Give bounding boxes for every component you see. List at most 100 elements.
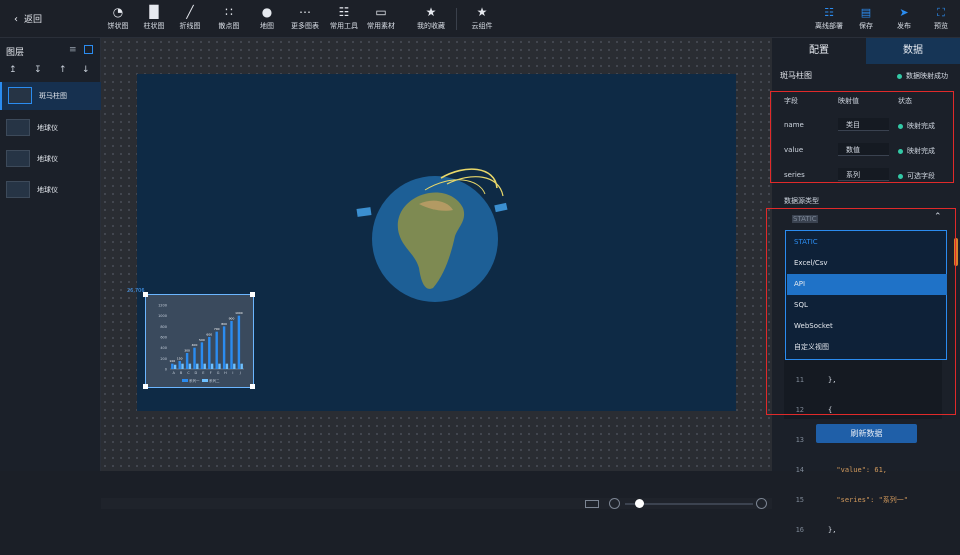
bar-series-1 — [230, 321, 233, 369]
y-tick-label: 200 — [160, 357, 167, 361]
y-tick-label: 1000 — [158, 314, 167, 318]
zebra-bar-chart-component[interactable]: 0 200 400 600 800 1000 1200 100 A 150 B 300 C 400 D 500… — [143, 292, 255, 389]
legend-swatch — [182, 379, 188, 382]
action-label: 离线部署 — [815, 22, 843, 30]
bar-series-1 — [237, 315, 241, 369]
tool-line-chart[interactable]: ╱ 折线图 — [173, 4, 207, 31]
bar-series-1 — [185, 353, 189, 369]
tool-pie-chart[interactable]: ◔ 饼状图 — [101, 4, 135, 31]
layer-label: 地球仪 — [37, 186, 58, 194]
x-tick-label: H — [224, 371, 227, 375]
code-line: }, — [828, 526, 837, 534]
move-to-top-icon[interactable]: ↥ — [9, 65, 17, 75]
data-label: 1000 — [235, 311, 243, 315]
dashboard-screen[interactable]: 26,706 0 200 400 600 800 1000 1200 100 A 150 B 300 C… — [127, 74, 736, 411]
data-label: 150 — [177, 357, 183, 361]
resize-handle[interactable] — [250, 292, 255, 297]
line-number: 15 — [795, 496, 804, 504]
bar-series-2 — [210, 363, 214, 369]
tool-scatter-chart[interactable]: ∷ 散点图 — [212, 4, 246, 31]
bar-series-1 — [200, 342, 204, 369]
globe-ring-segment — [494, 202, 508, 213]
offline-deploy-button[interactable]: ☷ 离线部署 — [812, 4, 846, 31]
tool-common-assets[interactable]: ▭ 常用素材 — [362, 4, 400, 31]
resize-handle[interactable] — [143, 292, 148, 297]
save-button[interactable]: ▤ 保存 — [853, 4, 879, 31]
globe-ring-segment — [356, 207, 372, 217]
tool-more-charts[interactable]: ⋯ 更多图表 — [286, 4, 324, 31]
action-label: 预览 — [934, 22, 948, 30]
component-name: 斑马柱图 — [780, 71, 812, 80]
y-tick-label: 400 — [160, 346, 167, 350]
layer-item-globe[interactable]: 地球仪 — [0, 114, 101, 142]
star-icon: ★ — [476, 5, 488, 19]
grid-view-icon[interactable] — [84, 45, 93, 54]
back-button[interactable]: ‹ 返回 — [14, 12, 42, 25]
y-tick-label: 600 — [160, 336, 167, 340]
layer-label: 地球仪 — [37, 155, 58, 163]
bar-series-2 — [203, 363, 206, 369]
bar-series-2 — [240, 363, 243, 369]
back-label: 返回 — [24, 15, 43, 25]
layer-item-globe[interactable]: 地球仪 — [0, 145, 101, 173]
tool-label: 地图 — [260, 22, 274, 30]
x-tick-label: D — [195, 371, 198, 375]
line-chart-icon: ╱ — [186, 5, 194, 19]
tool-favorites[interactable]: ★ 我的收藏 — [412, 4, 450, 31]
data-label: 400 — [192, 343, 198, 347]
bar-chart-thumbnail — [8, 87, 32, 104]
line-number: 14 — [795, 466, 804, 474]
x-tick-label: F — [210, 371, 212, 375]
globe-thumbnail — [6, 119, 30, 136]
zoom-slider[interactable] — [625, 503, 753, 505]
data-label: 500 — [199, 338, 205, 342]
zoom-in-icon[interactable] — [756, 498, 767, 509]
y-tick-label: 1200 — [158, 304, 167, 308]
fit-screen-icon[interactable] — [585, 500, 599, 508]
x-tick-label: A — [172, 371, 175, 375]
x-tick-label: E — [202, 371, 204, 375]
tool-cloud-components[interactable]: ★ 云组件 — [464, 4, 500, 31]
bar-series-2 — [196, 363, 199, 369]
move-to-bottom-icon[interactable]: ↧ — [34, 65, 42, 75]
move-up-icon[interactable]: ↑ — [59, 65, 67, 75]
zoom-slider-thumb[interactable] — [635, 499, 644, 508]
more-dots-icon: ⋯ — [299, 5, 311, 19]
tool-label: 散点图 — [218, 22, 240, 30]
bar-series-2 — [181, 363, 184, 369]
layer-item-globe[interactable]: 地球仪 — [0, 176, 101, 204]
legend-label: 系列一 — [189, 378, 200, 383]
legend-label: 系列二 — [209, 378, 220, 383]
data-label: 700 — [214, 327, 220, 331]
tool-common-tools[interactable]: ☷ 常用工具 — [325, 4, 363, 31]
status-dot — [897, 73, 902, 79]
fullscreen-icon: ⛶ — [937, 6, 945, 19]
list-view-icon[interactable]: ≡ — [69, 45, 77, 55]
data-label: 300 — [184, 349, 190, 353]
editor-canvas[interactable]: 26,706 0 200 400 600 800 1000 1200 100 A 150 B 300 C… — [101, 38, 772, 509]
tool-map[interactable]: ● 地图 — [250, 4, 284, 31]
tool-label: 云组件 — [471, 22, 493, 30]
globe-component[interactable] — [355, 164, 515, 314]
move-down-icon[interactable]: ↓ — [82, 65, 90, 75]
publish-button[interactable]: ➤ 发布 — [891, 4, 917, 31]
data-label: 600 — [206, 333, 212, 337]
tool-label: 饼状图 — [107, 22, 129, 30]
bar-series-2 — [225, 363, 229, 369]
annotation-box-source — [766, 208, 956, 415]
tab-config[interactable]: 配置 — [772, 38, 866, 64]
tab-data[interactable]: 数据 — [866, 38, 960, 64]
tool-bar-chart[interactable]: ▐▌ 柱状图 — [137, 4, 171, 31]
bar-series-1 — [215, 331, 218, 369]
x-tick-label: G — [217, 371, 220, 375]
layer-label: 地球仪 — [37, 124, 58, 132]
preview-button[interactable]: ⛶ 预览 — [928, 4, 954, 31]
layer-item-zebra-bar[interactable]: 斑马柱图 — [0, 82, 101, 110]
scatter-chart-icon: ∷ — [225, 5, 233, 19]
zoom-out-icon[interactable] — [609, 498, 620, 509]
resize-handle[interactable] — [143, 384, 148, 389]
bar-series-2 — [218, 363, 221, 369]
x-tick-label: B — [180, 371, 183, 375]
resize-handle[interactable] — [250, 384, 255, 389]
refresh-data-button[interactable]: 刷新数据 — [816, 424, 917, 443]
